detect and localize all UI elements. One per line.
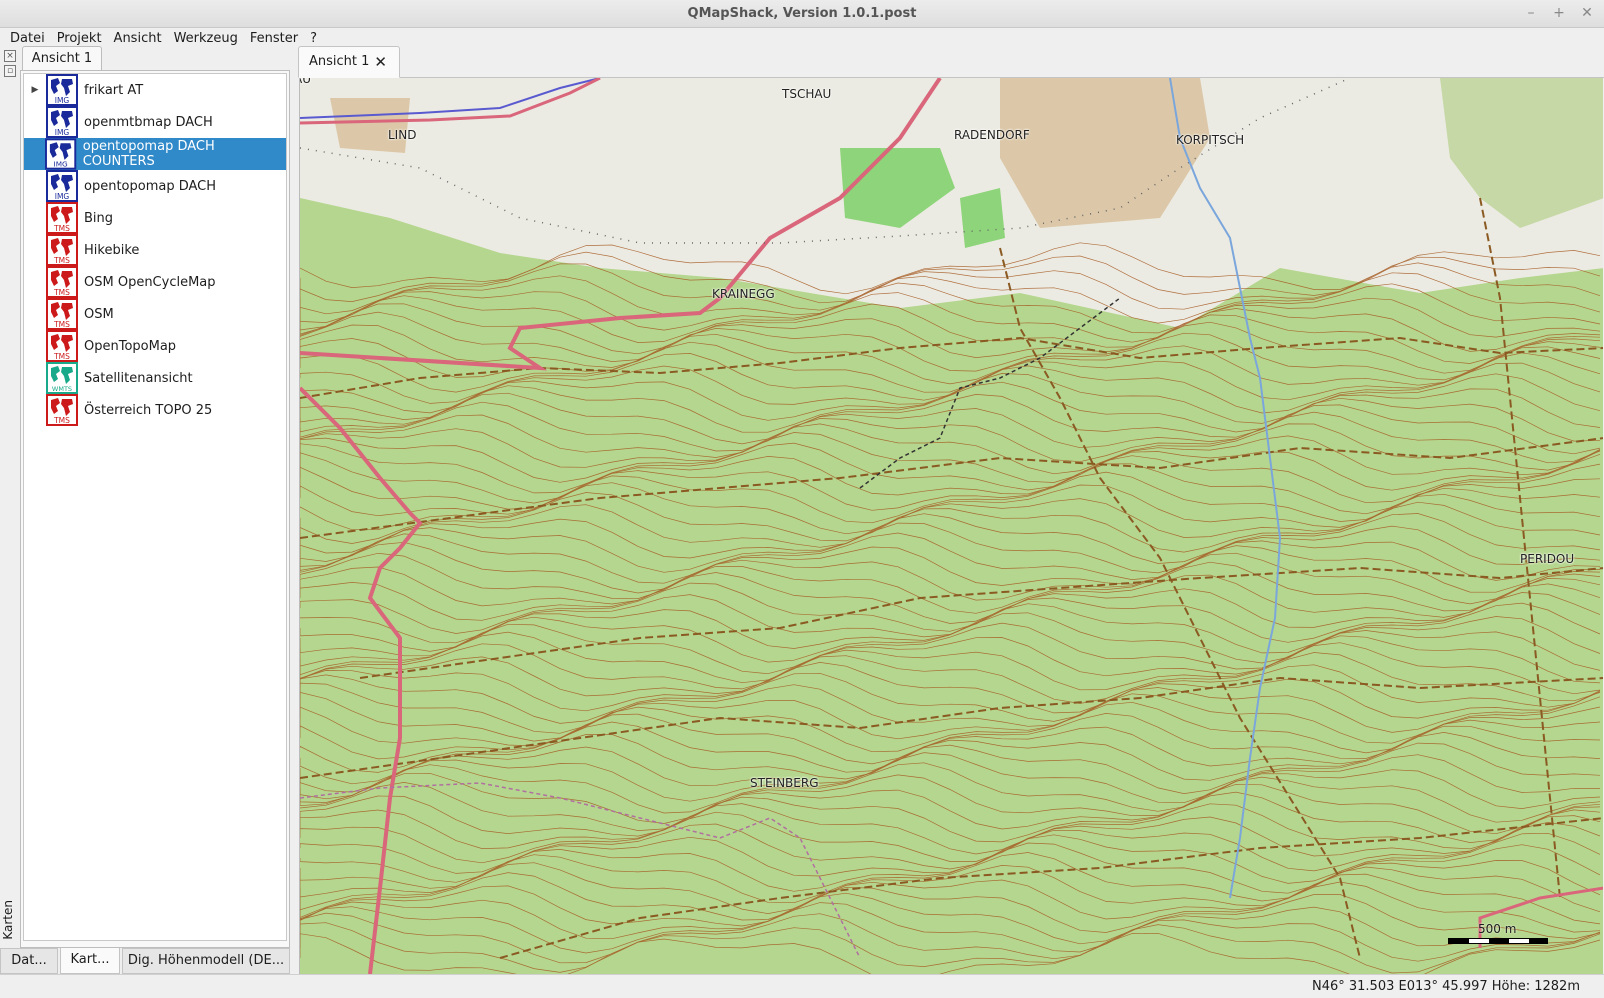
map-type-text: TMS (53, 416, 70, 425)
map-list-item[interactable]: ▶ IMG frikart AT (24, 74, 286, 106)
map-render (300, 78, 1603, 974)
map-type-icon: TMS (46, 234, 78, 266)
view-tab-bar: Ansicht 1 ✕ (298, 46, 1604, 78)
map-list-item[interactable]: TMS Bing (24, 202, 286, 234)
map-list-item[interactable]: WMTS Satellitenansicht (24, 362, 286, 394)
map-list-label: frikart AT (84, 82, 144, 98)
map-list-label: OSM OpenCycleMap (84, 274, 216, 290)
map-type-text: TMS (53, 320, 70, 329)
map-canvas[interactable]: AU LIND TSCHAU RADENDORF KORPITSCH KRAIN… (299, 78, 1603, 974)
dock-float-icon[interactable]: ▫ (4, 65, 16, 77)
place-label: TSCHAU (782, 87, 832, 101)
place-label: RADENDORF (954, 128, 1030, 142)
map-list-item[interactable]: TMS Österreich TOPO 25 (24, 394, 286, 426)
map-list-label: OSM (84, 306, 114, 322)
map-type-text: TMS (53, 256, 70, 265)
place-label: KORPITSCH (1176, 133, 1245, 147)
cursor-coordinates: N46° 31.503 E013° 45.997 Höhe: 1282m (1311, 979, 1580, 994)
map-type-text: TMS (53, 288, 70, 297)
status-bar: N46° 31.503 E013° 45.997 Höhe: 1282m (0, 974, 1604, 998)
close-window-button[interactable]: ✕ (1580, 5, 1594, 21)
place-label: PERIDOU (1520, 552, 1575, 566)
place-label: LIND (388, 128, 417, 142)
scale-graphic (1448, 938, 1548, 944)
map-type-text: TMS (53, 352, 70, 361)
park-area (960, 188, 1005, 248)
map-type-icon: IMG (46, 74, 78, 106)
map-list-label: OpenTopoMap (84, 338, 177, 354)
close-tab-icon[interactable]: ✕ (374, 47, 387, 77)
tab-maps[interactable]: Kart... (60, 948, 120, 974)
map-list-label: Österreich TOPO 25 (84, 402, 213, 418)
tab-data[interactable]: Dat... (0, 948, 58, 974)
map-list-item[interactable]: TMS OSM OpenCycleMap (24, 266, 286, 298)
map-type-icon: TMS (46, 330, 78, 362)
map-type-text: IMG (55, 192, 70, 201)
map-list-item[interactable]: TMS OpenTopoMap (24, 330, 286, 362)
tab-view-label: Ansicht 1 (309, 54, 370, 69)
map-list-label: openmtbmap DACH (84, 114, 213, 130)
map-list-label: opentopomap DACH COUNTERS (82, 139, 215, 169)
map-list-item[interactable]: TMS Hikebike (24, 234, 286, 266)
place-label: KRAINEGG (712, 287, 775, 301)
map-list-label: Bing (84, 210, 114, 226)
map-type-icon: TMS (46, 266, 78, 298)
dock-title-label: Karten (1, 900, 15, 940)
scale-label: 500 m (1478, 922, 1517, 936)
dock-close-icon[interactable]: × (4, 50, 16, 62)
maps-dock: Ansicht 1 ▶ IMG frikart AT IMG openmtbmap DA… (20, 46, 292, 948)
tab-dem[interactable]: Dig. Höhenmodell (DE... (122, 948, 290, 974)
tab-view-1[interactable]: Ansicht 1 ✕ (298, 46, 400, 78)
scale-bar: 500 m (1448, 922, 1558, 950)
map-type-icon: TMS (46, 298, 78, 330)
map-type-icon: IMG (46, 170, 78, 202)
map-list-label: Satellitenansicht (84, 370, 193, 386)
map-type-icon: TMS (46, 202, 78, 234)
map-list-item[interactable]: IMG opentopomap DACH COUNTERS (24, 138, 286, 170)
maximize-button[interactable]: + (1552, 5, 1566, 21)
map-type-text: WMTS (52, 385, 72, 393)
dock-title-strip: × ▫ Karten (0, 50, 20, 948)
map-type-icon: TMS (46, 394, 78, 426)
map-list-label: opentopomap DACH (84, 178, 217, 194)
dock-tab-ansicht[interactable]: Ansicht 1 (22, 46, 102, 71)
minimize-button[interactable]: – (1524, 5, 1538, 21)
window-title: QMapShack, Version 1.0.1.post (687, 6, 917, 21)
dock-splitter[interactable] (292, 46, 298, 948)
map-list[interactable]: ▶ IMG frikart AT IMG openmtbmap DACH IMG opent… (23, 73, 287, 941)
map-type-text: IMG (55, 128, 70, 137)
title-bar: QMapShack, Version 1.0.1.post – + ✕ (0, 0, 1604, 28)
map-type-icon: IMG (46, 106, 78, 138)
place-label-partial: AU (300, 78, 311, 86)
map-type-text: IMG (54, 160, 68, 169)
place-label: STEINBERG (750, 776, 819, 790)
expand-arrow-icon[interactable]: ▶ (24, 85, 46, 95)
dock-panel: ▶ IMG frikart AT IMG openmtbmap DACH IMG opent… (20, 70, 290, 948)
map-list-label: Hikebike (84, 242, 140, 258)
map-type-icon: WMTS (46, 362, 78, 394)
dock-bottom-tabs: Dat... Kart... Dig. Höhenmodell (DE... (0, 948, 292, 974)
map-type-text: IMG (55, 96, 70, 105)
map-type-icon: IMG (45, 138, 77, 170)
map-list-item[interactable]: TMS OSM (24, 298, 286, 330)
map-type-text: TMS (53, 224, 70, 233)
farmland-area (330, 98, 410, 153)
map-list-item[interactable]: IMG opentopomap DACH (24, 170, 286, 202)
map-list-item[interactable]: IMG openmtbmap DACH (24, 106, 286, 138)
